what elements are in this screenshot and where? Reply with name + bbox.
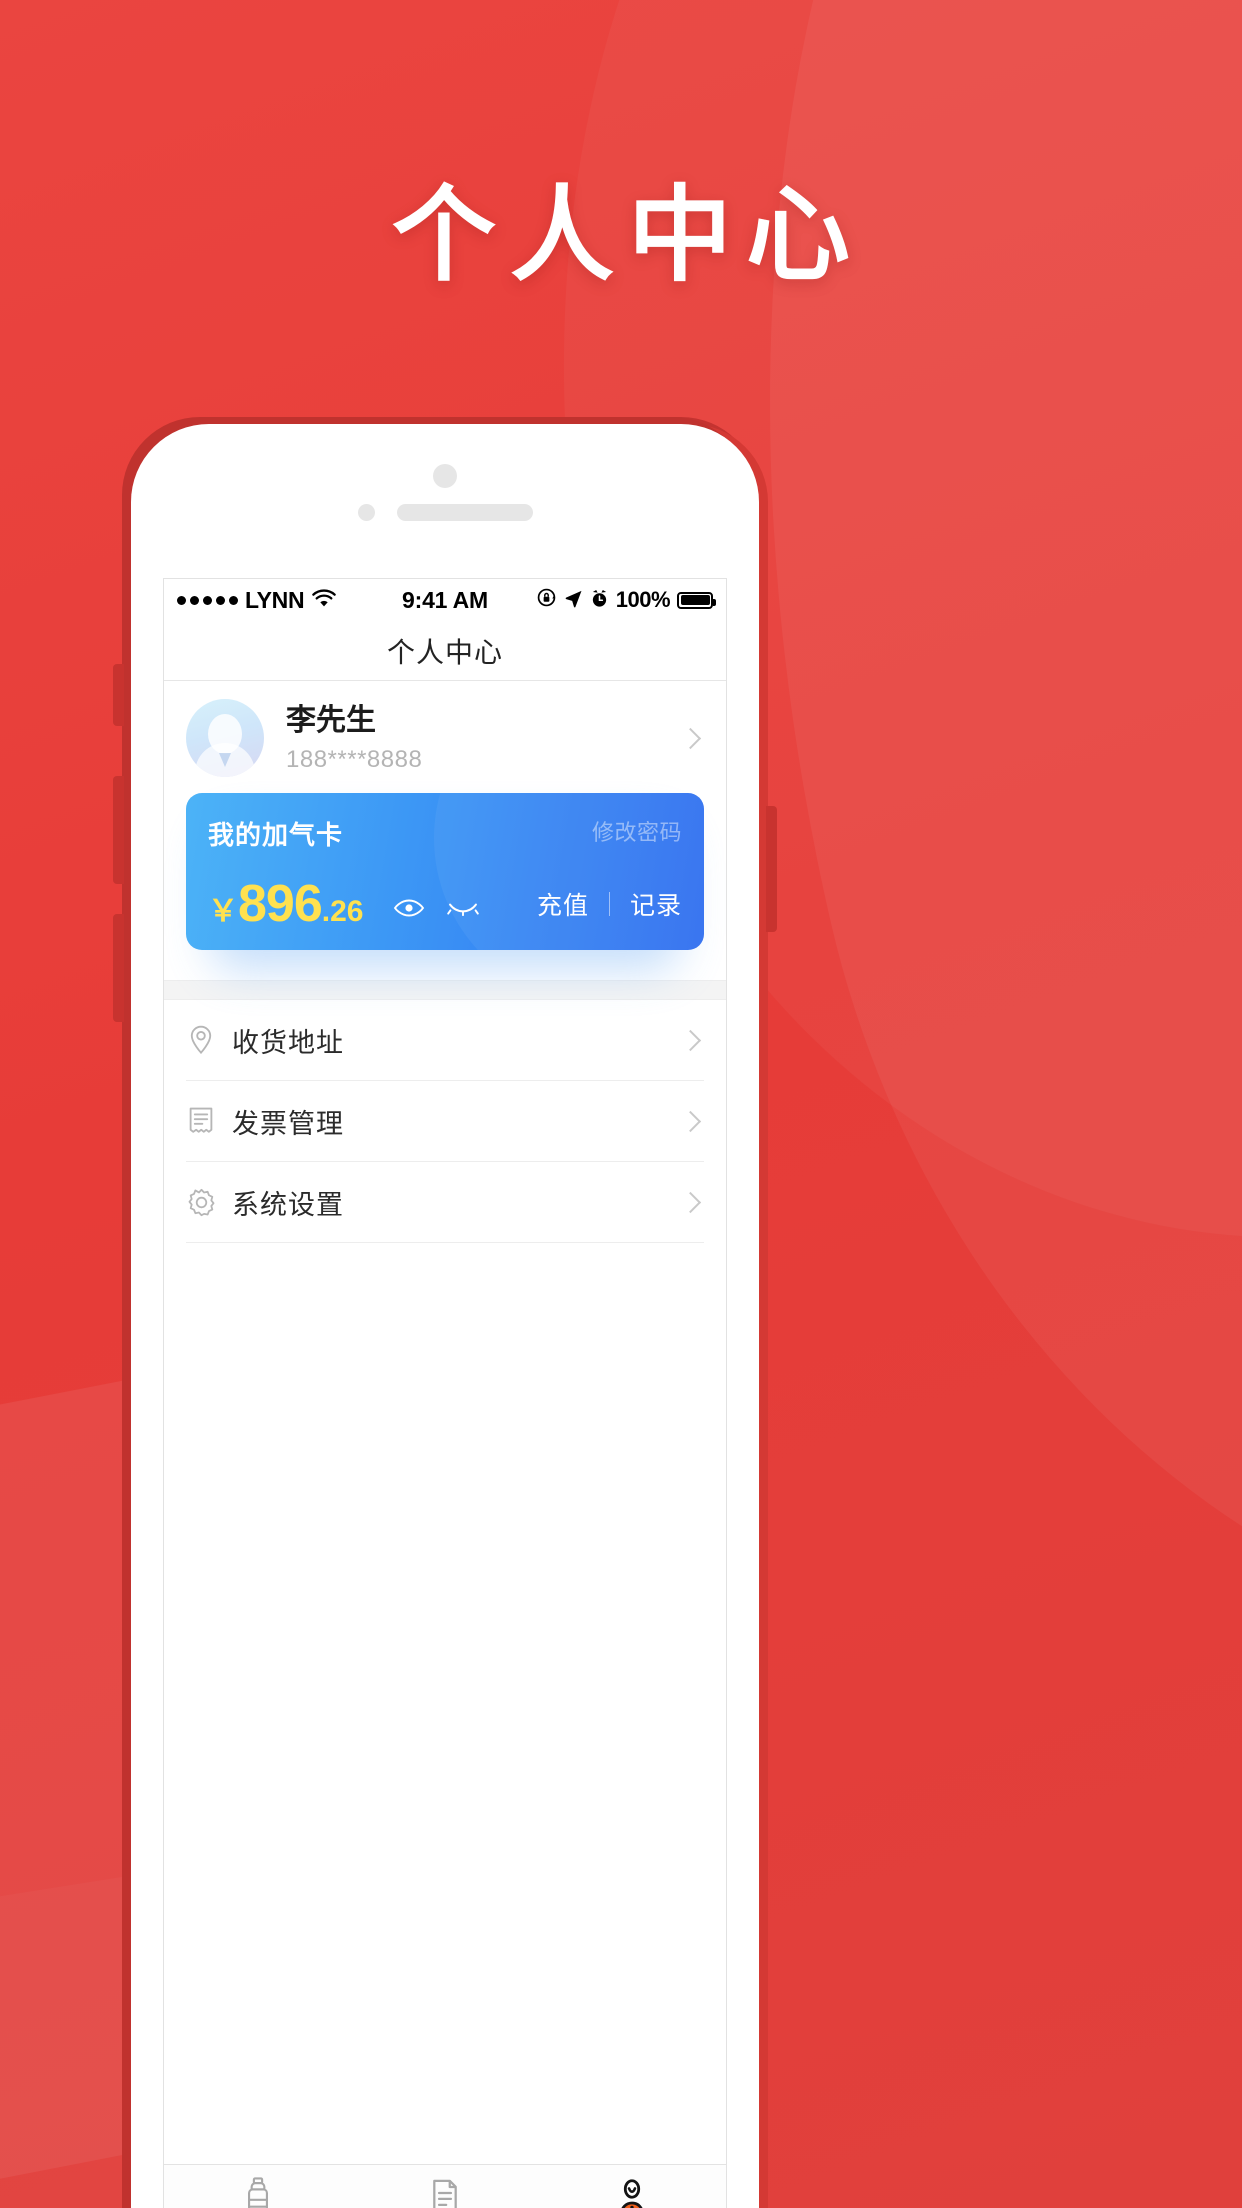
signal-strength-icon [177, 595, 238, 605]
tab-mine[interactable]: 我的 [539, 2165, 726, 2208]
tab-order-gas[interactable]: 订气 [164, 2165, 351, 2208]
receipt-icon [186, 1106, 216, 1136]
balance-amount: ￥ 896 .26 [208, 878, 363, 930]
chevron-right-icon [679, 1191, 702, 1213]
location-arrow-icon [564, 587, 583, 614]
gas-card-header: 我的加气卡 修改密码 [208, 815, 682, 852]
battery-full-icon [677, 591, 717, 609]
phone-silent-switch [113, 664, 124, 726]
hero-title: 个人中心 [391, 178, 864, 294]
phone-earpiece-speaker [397, 504, 533, 521]
chevron-right-icon [679, 727, 702, 749]
menu-item-label: 系统设置 [232, 1189, 344, 1220]
document-icon [425, 2176, 465, 2208]
location-pin-icon [186, 1025, 216, 1055]
menu-item-label: 收货地址 [232, 1027, 344, 1058]
tab-bar: 订气 订单 [164, 2164, 726, 2208]
carrier-label: LYNN [245, 586, 305, 613]
phone-screen: LYNN 9:41 AM 100% 个人中心 李先生 188****8888 我… [163, 578, 727, 2208]
gear-icon [186, 1187, 216, 1217]
menu-item-label: 发票管理 [232, 1108, 344, 1139]
phone-front-camera [433, 464, 457, 488]
section-separator [164, 980, 726, 1000]
status-bar: LYNN 9:41 AM 100% [164, 579, 726, 621]
gas-card-wrapper: 我的加气卡 修改密码 ￥ 896 .26 充值 记录 [164, 793, 726, 980]
menu-list: 收货地址 发票管理 系统设置 [164, 1000, 726, 1243]
menu-item-invoice-management[interactable]: 发票管理 [186, 1081, 704, 1162]
menu-item-system-settings[interactable]: 系统设置 [186, 1162, 704, 1243]
recharge-button[interactable]: 充值 [537, 886, 589, 922]
status-bar-left: LYNN [177, 587, 402, 614]
balance-visibility-toggles [393, 897, 480, 930]
action-divider [608, 892, 610, 916]
rotation-lock-icon [536, 587, 557, 614]
currency-symbol: ￥ [208, 895, 238, 928]
person-icon [612, 2176, 652, 2208]
records-button[interactable]: 记录 [630, 886, 682, 922]
gas-card-balance-row: ￥ 896 .26 充值 记录 [208, 878, 682, 930]
battery-percent-label: 100% [615, 587, 671, 612]
content-filler [164, 1243, 726, 2164]
gas-card-title: 我的加气卡 [208, 820, 344, 850]
eye-closed-icon[interactable] [447, 897, 480, 924]
eye-open-icon[interactable] [393, 897, 425, 924]
gas-cylinder-icon [238, 2176, 278, 2208]
profile-name: 李先生 [286, 704, 376, 738]
wifi-icon [312, 589, 337, 612]
gas-card[interactable]: 我的加气卡 修改密码 ￥ 896 .26 充值 记录 [186, 793, 704, 950]
balance-decimal: .26 [321, 895, 364, 928]
phone-proximity-sensor [358, 504, 375, 521]
alarm-clock-icon [590, 587, 609, 614]
avatar [186, 699, 264, 777]
phone-volume-up-button [113, 776, 124, 884]
tab-orders[interactable]: 订单 [351, 2165, 538, 2208]
chevron-right-icon [679, 1029, 702, 1051]
balance-integer: 896 [238, 875, 323, 933]
nav-bar: 个人中心 [164, 621, 726, 681]
status-bar-right: 100% [488, 587, 717, 614]
gas-card-actions: 充值 记录 [537, 886, 682, 930]
profile-text: 李先生 188****8888 [264, 702, 683, 774]
change-password-button[interactable]: 修改密码 [592, 815, 682, 847]
screen-content: 李先生 188****8888 我的加气卡 修改密码 ￥ 896 .26 充值 … [164, 681, 726, 2208]
phone-mockup: LYNN 9:41 AM 100% 个人中心 李先生 188****8888 我… [113, 424, 777, 2208]
phone-volume-down-button [113, 914, 124, 1022]
menu-item-shipping-address[interactable]: 收货地址 [186, 1000, 704, 1081]
chevron-right-icon [679, 1110, 702, 1132]
phone-power-button [766, 806, 777, 932]
page-title: 个人中心 [386, 636, 503, 668]
profile-phone: 188****8888 [286, 745, 423, 773]
profile-row[interactable]: 李先生 188****8888 [164, 681, 726, 793]
status-bar-clock: 9:41 AM [402, 586, 488, 613]
